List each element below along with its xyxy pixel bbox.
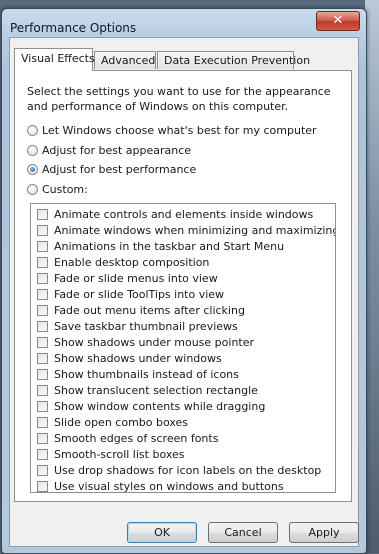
tab-data-execution-prevention[interactable]: Data Execution Prevention	[157, 51, 310, 69]
list-item[interactable]: Fade or slide ToolTips into view	[37, 286, 224, 302]
checkbox[interactable]	[37, 304, 48, 316]
checkbox[interactable]	[37, 208, 48, 220]
option-let-windows-choose[interactable]: Let Windows choose what's best for my co…	[27, 122, 317, 138]
list-item[interactable]: Show translucent selection rectangle	[37, 382, 258, 398]
ok-button[interactable]: OK	[127, 522, 197, 543]
option-label: Adjust for best performance	[42, 162, 197, 176]
list-item-label: Animations in the taskbar and Start Menu	[54, 239, 285, 253]
list-item[interactable]: Use visual styles on windows and buttons	[37, 478, 284, 493]
checkbox[interactable]	[37, 448, 48, 460]
checkbox[interactable]	[37, 400, 48, 412]
checkbox[interactable]	[37, 256, 48, 268]
effects-checkbox-list[interactable]: Animate controls and elements inside win…	[30, 203, 336, 493]
visual-effects-panel: Select the settings you want to use for …	[14, 70, 352, 502]
option-best-performance[interactable]: Adjust for best performance	[27, 161, 196, 177]
option-best-appearance[interactable]: Adjust for best appearance	[27, 142, 191, 158]
list-item[interactable]: Slide open combo boxes	[37, 414, 188, 430]
list-item[interactable]: Show shadows under windows	[37, 350, 222, 366]
checkbox[interactable]	[37, 368, 48, 380]
list-item[interactable]: Animate controls and elements inside win…	[37, 206, 313, 222]
checkbox[interactable]	[37, 240, 48, 252]
close-button[interactable]: ✕	[316, 11, 360, 31]
list-item-label: Show thumbnails instead of icons	[54, 367, 239, 381]
checkbox[interactable]	[37, 336, 48, 348]
list-item[interactable]: Enable desktop composition	[37, 254, 209, 270]
window-title: Performance Options	[10, 21, 137, 35]
list-item-label: Fade or slide ToolTips into view	[54, 287, 225, 301]
list-item[interactable]: Show thumbnails instead of icons	[37, 366, 239, 382]
list-item[interactable]: Fade or slide menus into view	[37, 270, 218, 286]
list-item[interactable]: Smooth-scroll list boxes	[37, 446, 185, 462]
option-custom[interactable]: Custom:	[27, 181, 88, 197]
list-item[interactable]: Animations in the taskbar and Start Menu	[37, 238, 284, 254]
option-label: Custom:	[42, 182, 88, 196]
list-item-label: Show shadows under mouse pointer	[54, 335, 255, 349]
list-item-label: Show translucent selection rectangle	[54, 383, 258, 397]
checkbox[interactable]	[37, 384, 48, 396]
checkbox[interactable]	[37, 288, 48, 300]
list-item[interactable]: Animate windows when minimizing and maxi…	[37, 222, 336, 238]
radio-button-selected[interactable]	[27, 163, 38, 175]
option-label: Let Windows choose what's best for my co…	[42, 123, 317, 137]
description-text: Select the settings you want to use for …	[27, 85, 331, 113]
list-item-label: Show window contents while dragging	[54, 399, 266, 413]
list-item-label: Smooth edges of screen fonts	[54, 431, 219, 445]
radio-button[interactable]	[27, 144, 38, 156]
list-item[interactable]: Save taskbar thumbnail previews	[37, 318, 238, 334]
dialog-client-area: Visual Effects Advanced Data Execution P…	[9, 37, 359, 547]
radio-button[interactable]	[27, 124, 38, 136]
list-item-label: Fade or slide menus into view	[54, 271, 218, 285]
list-item[interactable]: Show window contents while dragging	[37, 398, 265, 414]
list-item-label: Slide open combo boxes	[54, 415, 189, 429]
list-item[interactable]: Smooth edges of screen fonts	[37, 430, 218, 446]
performance-options-dialog: Performance Options ✕ Visual Effects Adv…	[1, 8, 367, 554]
list-item[interactable]: Use drop shadows for icon labels on the …	[37, 462, 321, 478]
list-item[interactable]: Fade out menu items after clicking	[37, 302, 245, 318]
checkbox[interactable]	[37, 416, 48, 428]
checkbox[interactable]	[37, 464, 48, 476]
checkbox[interactable]	[37, 224, 48, 236]
list-item-label: Use drop shadows for icon labels on the …	[54, 463, 322, 477]
list-item-label: Animate controls and elements inside win…	[54, 207, 314, 221]
option-label: Adjust for best appearance	[42, 143, 192, 157]
list-item-label: Animate windows when minimizing and maxi…	[54, 223, 336, 237]
list-item-label: Show shadows under windows	[54, 351, 222, 365]
list-item-label: Fade out menu items after clicking	[54, 303, 245, 317]
radio-button[interactable]	[27, 183, 38, 195]
desktop-background	[365, 0, 379, 553]
tab-advanced[interactable]: Advanced	[94, 51, 156, 69]
list-item-label: Smooth-scroll list boxes	[54, 447, 185, 461]
checkbox[interactable]	[37, 320, 48, 332]
list-item-label: Save taskbar thumbnail previews	[54, 319, 238, 333]
title-bar[interactable]: Performance Options ✕	[2, 9, 366, 37]
list-item-label: Enable desktop composition	[54, 255, 210, 269]
list-item-label: Use visual styles on windows and buttons	[54, 479, 284, 493]
tab-visual-effects[interactable]: Visual Effects	[14, 48, 95, 71]
checkbox[interactable]	[37, 352, 48, 364]
checkbox[interactable]	[37, 432, 48, 444]
list-item[interactable]: Show shadows under mouse pointer	[37, 334, 254, 350]
apply-button[interactable]: Apply	[289, 522, 359, 543]
close-icon: ✕	[332, 13, 344, 28]
cancel-button[interactable]: Cancel	[208, 522, 278, 543]
checkbox[interactable]	[37, 480, 48, 492]
checkbox[interactable]	[37, 272, 48, 284]
